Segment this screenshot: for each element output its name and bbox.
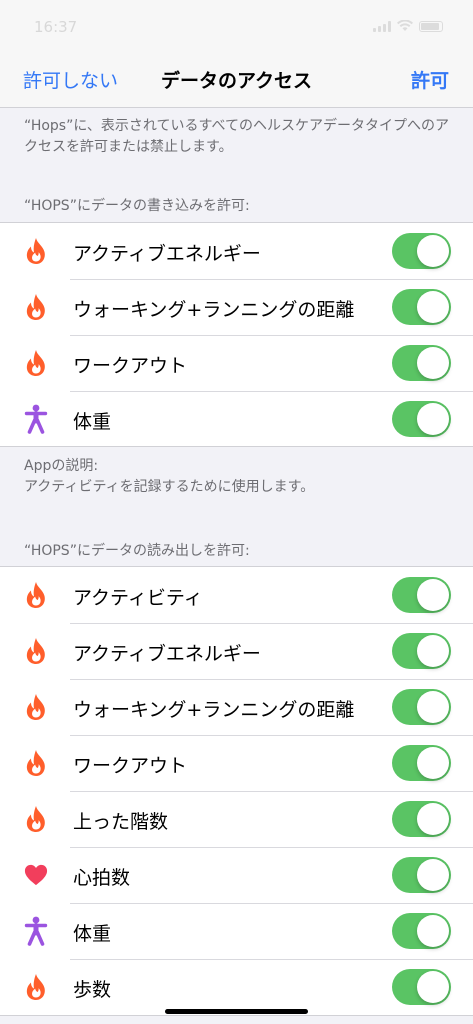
permission-toggle[interactable]	[392, 857, 451, 893]
write-permission-row: ワークアウト	[0, 335, 473, 391]
person-icon	[24, 916, 48, 946]
permission-label: 歩数	[73, 979, 112, 1001]
toggle-knob	[417, 579, 449, 611]
flame-icon	[24, 749, 48, 777]
permission-toggle[interactable]	[392, 969, 451, 1005]
permission-toggle[interactable]	[392, 401, 451, 437]
toggle-knob	[417, 235, 449, 267]
deny-button[interactable]: 許可しない	[23, 66, 118, 93]
permission-label: アクティビティ	[73, 587, 203, 609]
toggle-knob	[417, 347, 449, 379]
read-permission-row: アクティビティ	[0, 567, 473, 623]
cellular-signal-icon	[373, 20, 391, 32]
permission-label: ウォーキング+ランニングの距離	[73, 699, 355, 721]
toggle-knob	[417, 403, 449, 435]
heart-icon	[24, 861, 48, 889]
permission-toggle[interactable]	[392, 745, 451, 781]
wifi-icon	[397, 20, 413, 31]
write-permission-row: アクティブエネルギー	[0, 223, 473, 279]
permission-toggle[interactable]	[392, 289, 451, 325]
permission-label: 心拍数	[73, 867, 131, 889]
permission-label: 体重	[73, 411, 112, 433]
permission-toggle[interactable]	[392, 633, 451, 669]
permission-toggle[interactable]	[392, 345, 451, 381]
permission-toggle[interactable]	[392, 689, 451, 725]
permission-label: ウォーキング+ランニングの距離	[73, 299, 355, 321]
toggle-knob	[417, 859, 449, 891]
status-bar: 16:37	[0, 0, 473, 52]
write-permission-row: ウォーキング+ランニングの距離	[0, 279, 473, 335]
permission-toggle[interactable]	[392, 913, 451, 949]
navigation-bar: 許可しない データのアクセス 許可	[0, 52, 473, 108]
person-icon	[24, 404, 48, 434]
status-time: 16:37	[34, 18, 78, 36]
toggle-knob	[417, 971, 449, 1003]
flame-icon	[24, 581, 48, 609]
permission-label: アクティブエネルギー	[73, 243, 261, 265]
flame-icon	[24, 693, 48, 721]
flame-icon	[24, 237, 48, 265]
app-description-title: Appの説明:	[24, 458, 99, 474]
flame-icon	[24, 349, 48, 377]
toggle-knob	[417, 291, 449, 323]
read-permission-row: アクティブエネルギー	[0, 623, 473, 679]
toggle-knob	[417, 803, 449, 835]
read-permission-row: 歩数	[0, 959, 473, 1015]
flame-icon	[24, 973, 48, 1001]
read-permissions-list: アクティビティアクティブエネルギーウォーキング+ランニングの距離 ワークアウト 上っ…	[0, 566, 473, 1016]
battery-icon	[419, 20, 443, 32]
read-section-header: “HOPS”にデータの読み出しを許可:	[24, 543, 250, 559]
permission-toggle[interactable]	[392, 577, 451, 613]
access-description: “Hops”に、表示されているすべてのヘルスケアデータタイプへのアクセスを許可ま…	[24, 118, 449, 155]
toggle-knob	[417, 915, 449, 947]
read-permission-row: 上った階数	[0, 791, 473, 847]
home-indicator	[165, 1009, 308, 1014]
toggle-knob	[417, 691, 449, 723]
read-permission-row: 体重	[0, 903, 473, 959]
status-icons	[373, 20, 443, 32]
toggle-knob	[417, 635, 449, 667]
write-permissions-list: アクティブエネルギーウォーキング+ランニングの距離 ワークアウト 体重	[0, 222, 473, 447]
flame-icon	[24, 293, 48, 321]
app-description: Appの説明: アクティビティを記録するために使用します。	[24, 456, 314, 498]
permission-label: アクティブエネルギー	[73, 643, 261, 665]
read-permission-row: 心拍数	[0, 847, 473, 903]
write-permission-row: 体重	[0, 391, 473, 447]
write-section-header: “HOPS”にデータの書き込みを許可:	[24, 198, 250, 214]
flame-icon	[24, 637, 48, 665]
permission-label: 体重	[73, 923, 112, 945]
permission-label: ワークアウト	[73, 355, 188, 377]
read-permission-row: ウォーキング+ランニングの距離	[0, 679, 473, 735]
toggle-knob	[417, 747, 449, 779]
permission-label: ワークアウト	[73, 755, 188, 777]
allow-button[interactable]: 許可	[411, 66, 449, 93]
read-permission-row: ワークアウト	[0, 735, 473, 791]
app-description-text: アクティビティを記録するために使用します。	[24, 479, 315, 495]
flame-icon	[24, 805, 48, 833]
permission-toggle[interactable]	[392, 233, 451, 269]
permission-toggle[interactable]	[392, 801, 451, 837]
permission-label: 上った階数	[73, 811, 169, 833]
